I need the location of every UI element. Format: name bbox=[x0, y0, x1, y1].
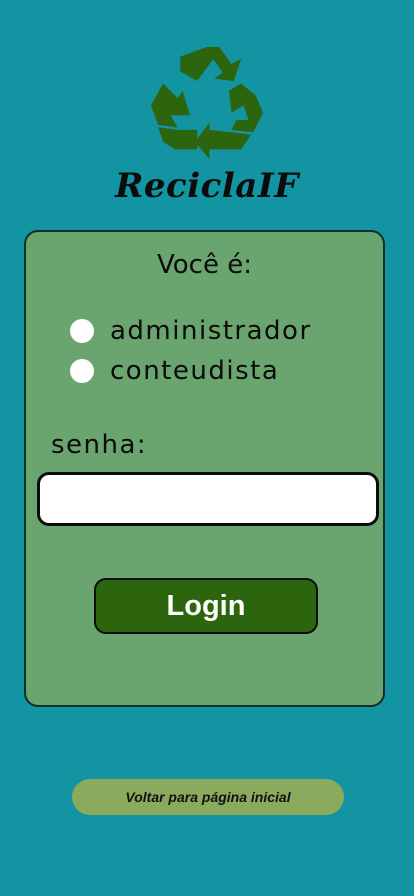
role-option-conteudista[interactable]: conteudista bbox=[70, 356, 279, 386]
login-button[interactable]: Login bbox=[94, 578, 318, 634]
role-label: administrador bbox=[110, 316, 312, 346]
back-to-home-button[interactable]: Voltar para página inicial bbox=[72, 779, 344, 815]
radio-button-administrador[interactable] bbox=[70, 319, 94, 343]
brand-title: ReciclaIF bbox=[115, 166, 299, 206]
password-label: senha: bbox=[51, 430, 148, 460]
recycle-icon bbox=[150, 46, 264, 160]
role-option-administrador[interactable]: administrador bbox=[70, 316, 312, 346]
password-field[interactable] bbox=[37, 472, 379, 526]
role-label: conteudista bbox=[110, 356, 280, 386]
role-question: Você é: bbox=[157, 250, 252, 280]
login-card: Você é: administrador conteudista senha:… bbox=[24, 230, 385, 707]
radio-button-conteudista[interactable] bbox=[70, 359, 94, 383]
